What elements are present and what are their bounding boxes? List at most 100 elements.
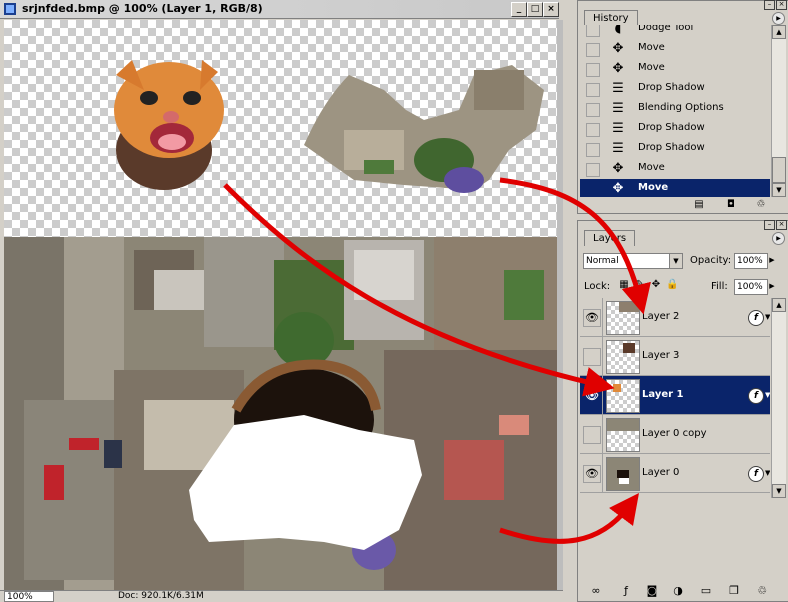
maximize-button[interactable]: □ [527,2,543,17]
palette-close-icon[interactable]: × [776,220,787,230]
new-group-folder-icon[interactable]: ▭ [698,584,714,597]
history-snapshot-box[interactable] [586,83,600,97]
layer-thumbnail [606,418,640,452]
history-item-selected[interactable]: ✥ Move [580,179,770,197]
fill-slider-arrow-icon[interactable]: ▶ [768,279,776,293]
history-item-label: Drop Shadow [638,122,705,133]
history-item-label: Move [638,42,665,53]
layer-effects-icon[interactable]: f [748,310,764,326]
adjustment-layer-icon[interactable]: ◑ [670,584,686,597]
lock-transparent-pixels-icon[interactable]: ▦ [618,279,630,291]
lock-all-icon[interactable]: 🔒 [666,279,678,291]
expand-effects-icon[interactable]: ▼ [765,310,770,324]
eye-icon[interactable]: 👁 [583,387,601,405]
history-item[interactable]: ☰ Blending Options [580,99,770,119]
scroll-down-icon[interactable]: ▼ [772,183,786,197]
history-item[interactable]: ✥ Move [580,59,770,79]
opacity-field[interactable]: 100% [734,253,768,269]
history-snapshot-box[interactable] [586,63,600,77]
snapshot-camera-icon[interactable]: ◘ [724,199,738,211]
history-item[interactable]: ☰ Drop Shadow [580,119,770,139]
history-scrollbar[interactable]: ▲ ▼ [771,25,786,197]
layer-thumbnail [606,379,640,413]
palette-minimize-icon[interactable]: – [764,220,775,230]
add-layer-style-icon[interactable]: ƒ [618,584,634,597]
new-document-from-state-icon[interactable]: ▤ [692,199,706,211]
history-item[interactable]: ◖ Dodge Tool [580,25,770,39]
tab-history[interactable]: History [584,10,638,26]
history-snapshot-box[interactable] [586,143,600,157]
eye-icon[interactable]: 👁 [583,309,601,327]
layer-name[interactable]: Layer 0 copy [642,428,706,439]
new-layer-icon[interactable]: ❐ [726,584,742,597]
visibility-toggle-empty[interactable] [583,426,601,444]
history-snapshot-box[interactable] [586,163,600,177]
lock-label: Lock: [584,281,611,292]
status-bar: 100% Doc: 920.1K/6.31M [0,590,563,602]
trash-icon[interactable]: ♲ [754,199,768,211]
add-layer-mask-icon[interactable]: ◙ [644,584,660,597]
history-item[interactable]: ✥ Move [580,159,770,179]
history-item[interactable]: ☰ Drop Shadow [580,139,770,159]
layer-name[interactable]: Layer 0 [642,467,679,478]
row-divider [602,454,603,492]
history-palette-grip[interactable]: – × [578,0,788,10]
history-snapshot-box[interactable] [586,123,600,137]
fill-field[interactable]: 100% [734,279,768,295]
expand-effects-icon[interactable]: ▼ [765,388,770,402]
eye-icon[interactable]: 👁 [583,465,601,483]
minimize-button[interactable]: _ [511,2,527,17]
row-divider [602,376,603,414]
scroll-up-icon[interactable]: ▲ [772,25,786,39]
layer-name[interactable]: Layer 2 [642,311,679,322]
document-vertical-edge [557,20,563,590]
history-snapshot-box[interactable] [586,43,600,57]
canvas-artwork [4,60,557,590]
history-snapshot-box[interactable] [586,103,600,117]
layer-effects-icon[interactable]: f [748,466,764,482]
history-item-label: Drop Shadow [638,142,705,153]
history-footer: ▤ ◘ ♲ [578,198,788,213]
lock-position-icon[interactable]: ✥ [650,279,662,291]
opacity-slider-arrow-icon[interactable]: ▶ [768,253,776,267]
layer-row[interactable]: 👁 Layer 2 f ▼ [580,298,770,337]
layers-scrollbar[interactable]: ▲ ▼ [771,298,786,498]
document-title-bar[interactable]: srjnfded.bmp @ 100% (Layer 1, RGB/8) _ □… [0,0,559,19]
blend-mode-select[interactable]: Normal ▼ [583,253,683,269]
history-state-pointer-icon[interactable] [586,183,600,197]
zoom-field[interactable]: 100% [4,591,54,602]
layers-footer: ∞ ƒ ◙ ◑ ▭ ❐ ♲ [578,583,788,599]
history-snapshot-box[interactable] [586,25,600,37]
layer-name[interactable]: Layer 3 [642,350,679,361]
document-step-icon: ☰ [612,101,624,116]
palette-menu-icon[interactable]: ▶ [772,12,785,25]
layer-row-selected[interactable]: 👁 Layer 1 f ▼ [580,376,770,415]
layers-palette-grip[interactable]: – × [578,220,788,230]
scroll-down-icon[interactable]: ▼ [772,484,786,498]
history-item[interactable]: ☰ Drop Shadow [580,79,770,99]
palette-menu-icon[interactable]: ▶ [772,232,785,245]
layer-thumbnail [606,340,640,374]
image-canvas[interactable] [4,20,557,590]
expand-effects-icon[interactable]: ▼ [765,466,770,480]
scroll-thumb[interactable] [772,157,786,183]
visibility-toggle-empty[interactable] [583,348,601,366]
scroll-up-icon[interactable]: ▲ [772,298,786,312]
palette-close-icon[interactable]: × [776,0,787,10]
layer-effects-icon[interactable]: f [748,388,764,404]
move-tool-icon: ✥ [612,161,624,176]
history-item[interactable]: ✥ Move [580,39,770,59]
history-item-label: Blending Options [638,102,724,113]
lock-image-pixels-icon[interactable]: ✎ [634,279,646,291]
trash-icon[interactable]: ♲ [754,584,770,597]
layer-row[interactable]: Layer 3 [580,337,770,376]
palette-minimize-icon[interactable]: – [764,0,775,10]
close-button[interactable]: × [543,2,559,17]
layer-row[interactable]: Layer 0 copy [580,415,770,454]
chevron-down-icon[interactable]: ▼ [669,254,682,268]
layer-name[interactable]: Layer 1 [642,389,683,400]
layer-row[interactable]: 👁 Layer 0 f ▼ [580,454,770,493]
link-layers-icon[interactable]: ∞ [588,584,604,597]
fill-label: Fill: [711,281,728,292]
tab-layers[interactable]: Layers [584,230,636,246]
